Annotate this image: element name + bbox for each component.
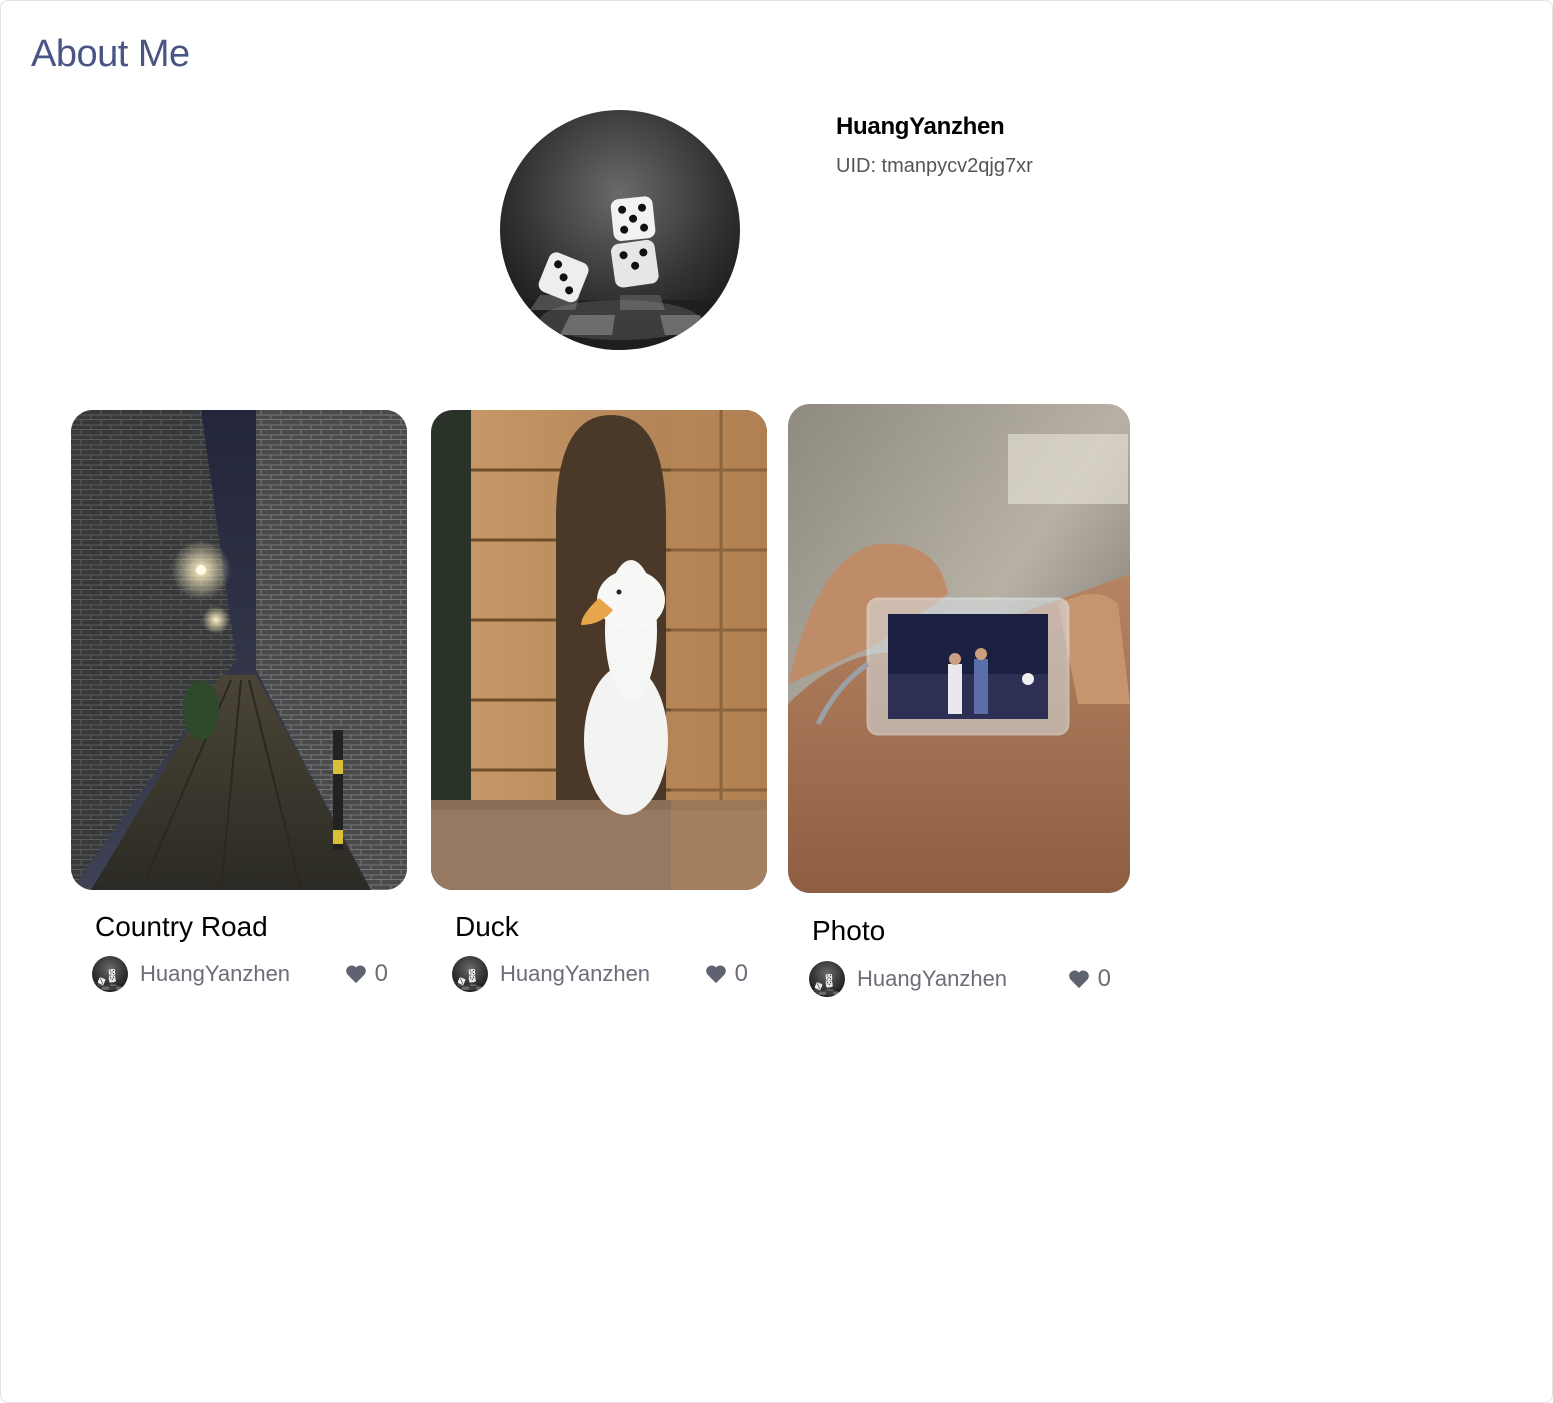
author-avatar[interactable] <box>809 961 845 997</box>
post-title[interactable]: Photo <box>812 915 885 947</box>
page-container: About Me HuangYanzhen UID: tmanpycv2qjg7… <box>0 0 1553 1403</box>
post-image-duck[interactable] <box>431 410 767 890</box>
author-name[interactable]: HuangYanzhen <box>500 961 650 987</box>
alley-photo <box>71 410 407 890</box>
like-button[interactable]: 0 <box>345 956 388 992</box>
post-image-photo[interactable] <box>788 404 1130 893</box>
heart-icon <box>1068 970 1089 989</box>
page-title: About Me <box>31 33 190 75</box>
heart-icon <box>705 965 726 984</box>
author-avatar[interactable] <box>92 956 128 992</box>
post-meta: HuangYanzhen 0 <box>92 956 388 992</box>
author-name[interactable]: HuangYanzhen <box>140 961 290 987</box>
like-button[interactable]: 0 <box>705 956 748 992</box>
profile-name: HuangYanzhen <box>836 113 1005 140</box>
like-button[interactable]: 0 <box>1068 961 1111 997</box>
post-title[interactable]: Country Road <box>95 911 268 943</box>
post-meta: HuangYanzhen 0 <box>452 956 748 992</box>
dice-avatar-image <box>500 110 740 350</box>
author-avatar[interactable] <box>452 956 488 992</box>
profile-uid: UID: tmanpycv2qjg7xr <box>836 155 1033 177</box>
like-count: 0 <box>1097 965 1111 992</box>
keychain-photo <box>788 404 1130 893</box>
heart-icon <box>345 965 366 984</box>
like-count: 0 <box>734 960 748 987</box>
duck-photo <box>431 410 767 890</box>
post-title[interactable]: Duck <box>455 911 519 943</box>
post-image-country-road[interactable] <box>71 410 407 890</box>
profile-avatar <box>500 110 740 350</box>
like-count: 0 <box>374 960 388 987</box>
author-name[interactable]: HuangYanzhen <box>857 966 1007 992</box>
post-meta: HuangYanzhen 0 <box>809 961 1111 997</box>
